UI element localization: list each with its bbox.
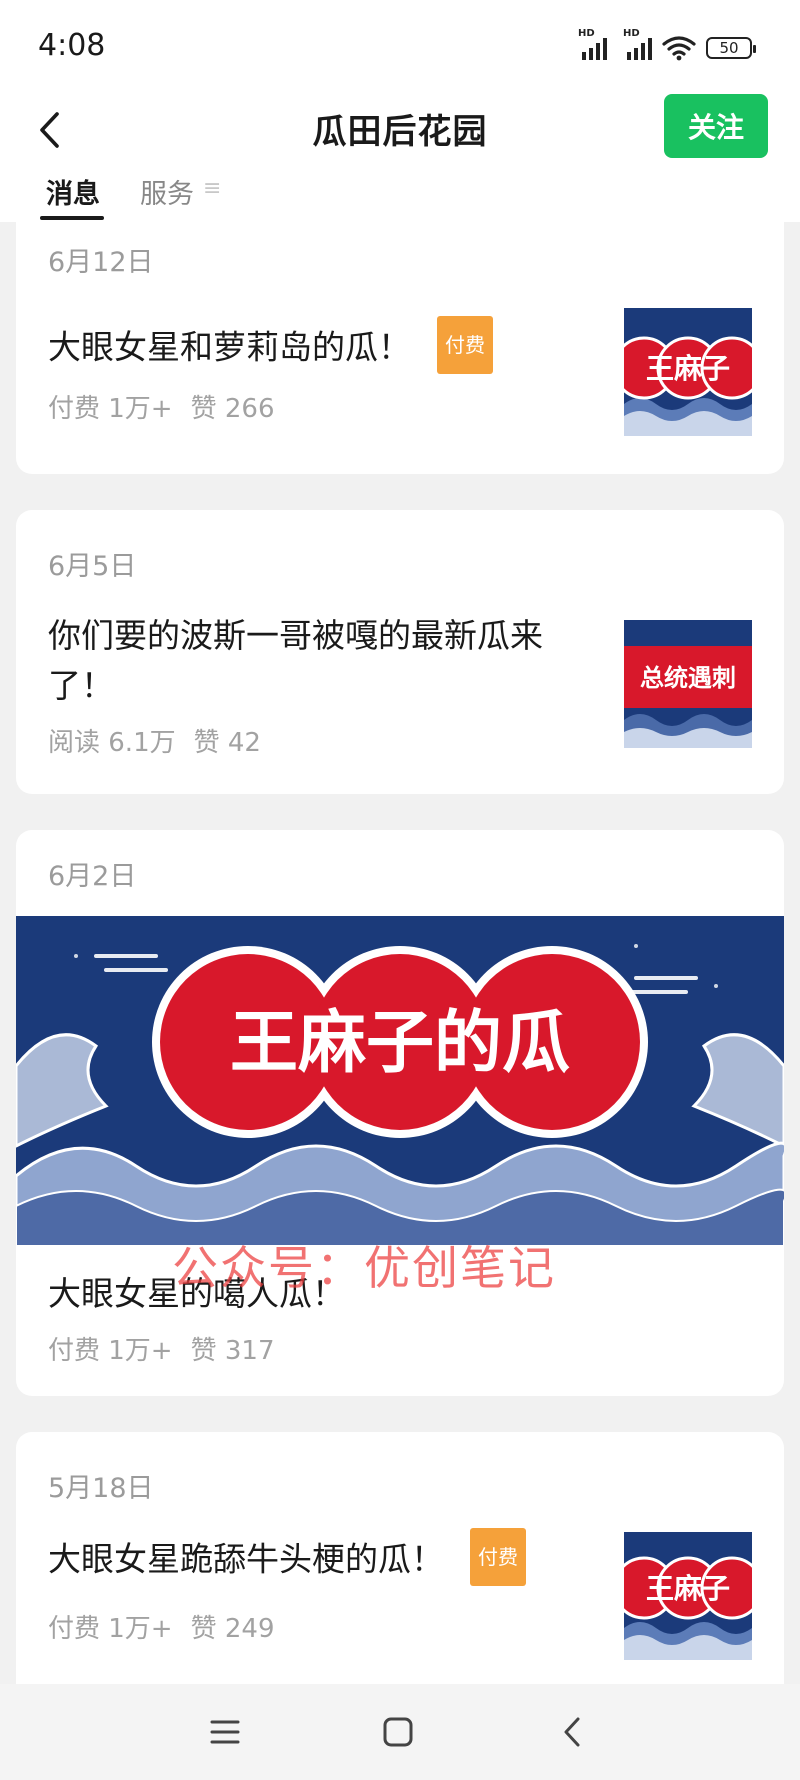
article-title: 大眼女星和萝莉岛的瓜！ 付费 bbox=[48, 316, 493, 378]
header: 瓜田后花园 关注 消息 服务 ≡ bbox=[0, 92, 800, 222]
article-title: 大眼女星跪舔牛头梗的瓜！ 付费 bbox=[48, 1528, 526, 1590]
status-time: 4:08 bbox=[38, 28, 106, 63]
thumbnail-text: 总统遇刺 bbox=[640, 664, 736, 692]
article-likes: 赞 249 bbox=[190, 1614, 275, 1644]
article-likes: 赞 42 bbox=[193, 728, 261, 758]
menu-icon bbox=[210, 1720, 240, 1744]
system-nav-bar bbox=[0, 1684, 800, 1780]
status-bar: 4:08 HD HD 50 bbox=[0, 0, 800, 92]
signal-icon: HD bbox=[623, 28, 652, 60]
thumbnail-text: 王麻子 bbox=[646, 1572, 730, 1605]
article-stats: 付费 1万+ 赞 266 bbox=[48, 388, 275, 425]
article-stats: 付费 1万+ 赞 249 bbox=[48, 1608, 275, 1645]
article-date: 6月12日 bbox=[48, 247, 154, 278]
article-card[interactable]: 6月12日 大眼女星和萝莉岛的瓜！ 付费 付费 1万+ 赞 266 王麻子 bbox=[16, 222, 784, 474]
article-pay-count: 付费 1万+ bbox=[48, 394, 173, 424]
article-reads: 阅读 6.1万 bbox=[48, 728, 176, 758]
thumbnail-text: 王麻子 bbox=[646, 352, 730, 385]
watermark: 公众号：优创笔记 bbox=[172, 1241, 556, 1295]
article-thumbnail: 王麻子 bbox=[624, 308, 752, 436]
follow-button[interactable]: 关注 bbox=[664, 94, 768, 158]
article-date: 6月2日 bbox=[48, 861, 137, 892]
signal-icon: HD bbox=[578, 28, 607, 60]
article-card[interactable]: 5月18日 大眼女星跪舔牛头梗的瓜！ 付费 付费 1万+ 赞 249 王麻子 bbox=[16, 1432, 784, 1684]
article-thumbnail: 王麻子 bbox=[624, 1532, 752, 1660]
system-back-button[interactable] bbox=[546, 1706, 598, 1758]
home-button[interactable] bbox=[372, 1706, 424, 1758]
menu-lines-icon: ≡ bbox=[203, 176, 222, 201]
article-banner-image: 王麻子的瓜 bbox=[16, 916, 784, 1246]
status-icons: HD HD 50 bbox=[578, 28, 756, 64]
battery-icon: 50 bbox=[706, 37, 756, 59]
article-card[interactable]: 6月2日 王麻子的瓜 大眼女星的噶人瓜！ 付费 1万+ 赞 317 bbox=[16, 830, 784, 1396]
article-stats: 付费 1万+ 赞 317 bbox=[48, 1330, 275, 1367]
article-pay-count: 付费 1万+ bbox=[48, 1614, 173, 1644]
article-likes: 赞 266 bbox=[190, 394, 275, 424]
article-card[interactable]: 6月5日 你们要的波斯一哥被嘎的最新瓜来 了！ 阅读 6.1万赞 42 总统遇刺 bbox=[16, 510, 784, 794]
tab-services[interactable]: 服务 bbox=[140, 172, 194, 211]
article-date: 6月5日 bbox=[48, 551, 137, 582]
banner-text: 王麻子的瓜 bbox=[230, 1004, 570, 1083]
article-title: 你们要的波斯一哥被嘎的最新瓜来 bbox=[48, 616, 543, 655]
article-likes: 赞 317 bbox=[190, 1336, 275, 1366]
tab-messages[interactable]: 消息 bbox=[46, 172, 100, 211]
article-pay-count: 付费 1万+ bbox=[48, 1336, 173, 1366]
menu-button[interactable] bbox=[199, 1706, 251, 1758]
active-tab-indicator bbox=[40, 216, 104, 220]
article-title-line2: 了！ bbox=[48, 666, 114, 705]
back-icon bbox=[564, 1717, 580, 1747]
paid-badge: 付费 bbox=[437, 316, 493, 374]
article-stats: 阅读 6.1万赞 42 bbox=[48, 722, 261, 759]
home-icon bbox=[383, 1717, 413, 1747]
article-thumbnail: 总统遇刺 bbox=[624, 620, 752, 748]
article-date: 5月18日 bbox=[48, 1473, 154, 1504]
paid-badge: 付费 bbox=[470, 1528, 526, 1586]
wifi-icon bbox=[662, 36, 696, 61]
